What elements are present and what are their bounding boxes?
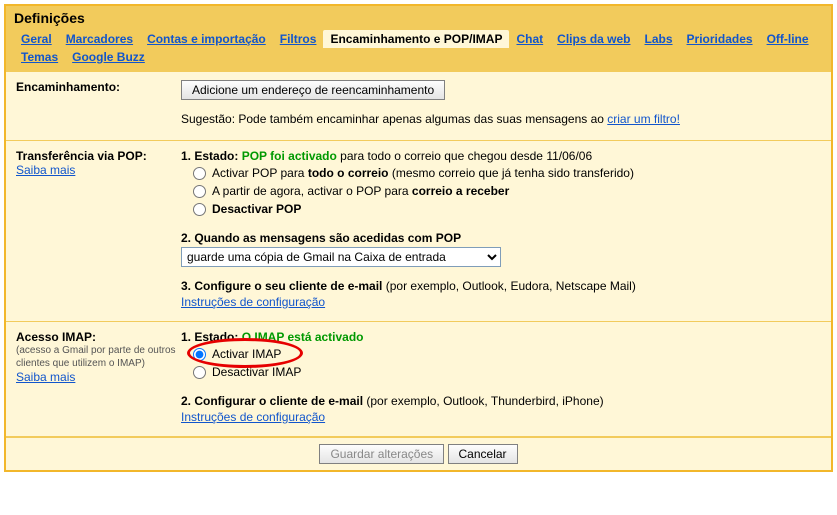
pop-heading3: 3. Configure o seu cliente de e-mail (po… xyxy=(181,279,821,293)
add-forwarding-button[interactable]: Adicione um endereço de reencaminhamento xyxy=(181,80,445,100)
pop-label: Transferência via POP: xyxy=(16,149,181,163)
tab-encaminhamento-e-pop-imap[interactable]: Encaminhamento e POP/IMAP xyxy=(323,30,509,48)
footer: Guardar alterações Cancelar xyxy=(6,437,831,470)
tab-google-buzz[interactable]: Google Buzz xyxy=(65,48,152,66)
pop-radio-disable[interactable] xyxy=(193,203,206,216)
tab-contas-e-importa-o[interactable]: Contas e importação xyxy=(140,30,273,48)
section-pop: Transferência via POP: Saiba mais 1. Est… xyxy=(6,141,831,322)
save-button[interactable]: Guardar alterações xyxy=(319,444,444,464)
pop-radio-nowon[interactable] xyxy=(193,185,206,198)
tab-filtros[interactable]: Filtros xyxy=(273,30,324,48)
pop-config-link[interactable]: Instruções de configuração xyxy=(181,295,325,309)
imap-config-link[interactable]: Instruções de configuração xyxy=(181,410,325,424)
tab-chat[interactable]: Chat xyxy=(509,30,550,48)
pop-radio-all[interactable] xyxy=(193,167,206,180)
pop-learn-more-link[interactable]: Saiba mais xyxy=(16,163,75,177)
forwarding-label: Encaminhamento: xyxy=(16,80,120,94)
create-filter-link[interactable]: criar um filtro! xyxy=(607,112,680,126)
pop-action-select[interactable]: guarde uma cópia de Gmail na Caixa de en… xyxy=(181,247,501,267)
tab-temas[interactable]: Temas xyxy=(14,48,65,66)
imap-status: 1. Estado: O IMAP está activado xyxy=(181,330,821,344)
imap-label: Acesso IMAP: xyxy=(16,330,181,344)
section-imap: Acesso IMAP: (acesso a Gmail por parte d… xyxy=(6,322,831,437)
tab-labs[interactable]: Labs xyxy=(638,30,680,48)
imap-learn-more-link[interactable]: Saiba mais xyxy=(16,370,75,384)
header: Definições GeralMarcadoresContas e impor… xyxy=(6,6,831,72)
imap-sublabel: (acesso a Gmail por parte de outros clie… xyxy=(16,344,181,370)
panel-body: Encaminhamento: Adicione um endereço de … xyxy=(6,72,831,470)
tab-prioridades[interactable]: Prioridades xyxy=(680,30,760,48)
page-title: Definições xyxy=(14,10,823,26)
imap-heading2: 2. Configurar o cliente de e-mail (por e… xyxy=(181,394,821,408)
tabs: GeralMarcadoresContas e importaçãoFiltro… xyxy=(14,30,823,66)
pop-heading2: 2. Quando as mensagens são acedidas com … xyxy=(181,231,821,245)
pop-status: 1. Estado: POP foi activado para todo o … xyxy=(181,149,821,163)
section-forwarding: Encaminhamento: Adicione um endereço de … xyxy=(6,72,831,141)
forwarding-suggestion: Sugestão: Pode também encaminhar apenas … xyxy=(181,112,821,126)
imap-radio-disable[interactable] xyxy=(193,366,206,379)
settings-panel: Definições GeralMarcadoresContas e impor… xyxy=(4,4,833,472)
tab-marcadores[interactable]: Marcadores xyxy=(59,30,140,48)
tab-off-line[interactable]: Off-line xyxy=(760,30,816,48)
imap-radio-enable[interactable] xyxy=(193,348,206,361)
cancel-button[interactable]: Cancelar xyxy=(448,444,518,464)
tab-geral[interactable]: Geral xyxy=(14,30,59,48)
tab-clips-da-web[interactable]: Clips da web xyxy=(550,30,637,48)
